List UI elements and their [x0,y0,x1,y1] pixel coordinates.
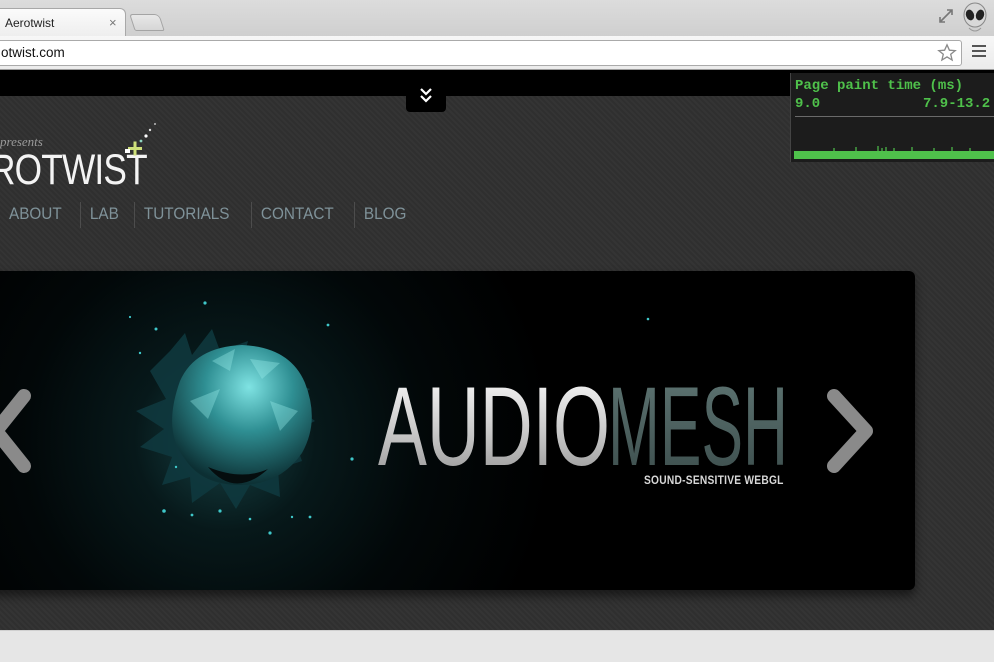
perf-divider [795,116,994,117]
slide-title-mesh: MESH [608,369,788,479]
tab-strip: Aerotwist × [0,0,994,36]
star-icon[interactable] [937,43,957,63]
nav-item-blog[interactable]: BLOG [353,202,416,228]
nav-item-lab[interactable]: LAB [79,202,129,228]
perf-graph [794,146,994,159]
browser-tab[interactable]: Aerotwist × [0,8,126,36]
profile-avatar[interactable] [960,2,990,34]
tab-title: Aerotwist [5,16,55,30]
nav-item-tutorials[interactable]: TUTORIALS [133,202,239,228]
browser-toolbar: otwist.com [0,36,994,70]
perf-current-value: 9.0 [795,96,821,112]
main-nav: ABOUT LAB TUTORIALS CONTACT BLOG [0,202,423,228]
fullscreen-icon[interactable] [937,7,955,25]
new-tab-button[interactable] [129,14,165,31]
perf-title: Page paint time (ms) [795,78,964,94]
drawer-toggle-button[interactable] [406,82,446,112]
slide-title: AUDIO MESH SOUND-SENSITIVE WEBGL [378,369,798,487]
feature-banner[interactable]: AUDIO MESH SOUND-SENSITIVE WEBGL [0,271,915,590]
logo-sparkle-icon [125,123,156,156]
nav-item-about[interactable]: ABOUT [0,202,72,228]
nav-item-contact[interactable]: CONTACT [250,202,344,228]
chevron-double-down-icon [420,88,432,103]
address-bar[interactable]: otwist.com [0,40,962,66]
slide-title-audio: AUDIO [378,369,610,479]
chevron-right-icon[interactable] [822,386,882,476]
url-text[interactable]: otwist.com [1,45,65,60]
paint-time-overlay: Page paint time (ms) 9.0 7.9-13.2 [790,73,994,162]
chevron-left-icon[interactable] [0,386,32,476]
slide-subtitle: SOUND-SENSITIVE WEBGL [644,473,784,487]
page-footer-strip [0,630,994,662]
perf-range-value: 7.9-13.2 [923,96,991,112]
tab-close-icon[interactable]: × [109,15,117,30]
menu-icon[interactable] [972,45,986,61]
